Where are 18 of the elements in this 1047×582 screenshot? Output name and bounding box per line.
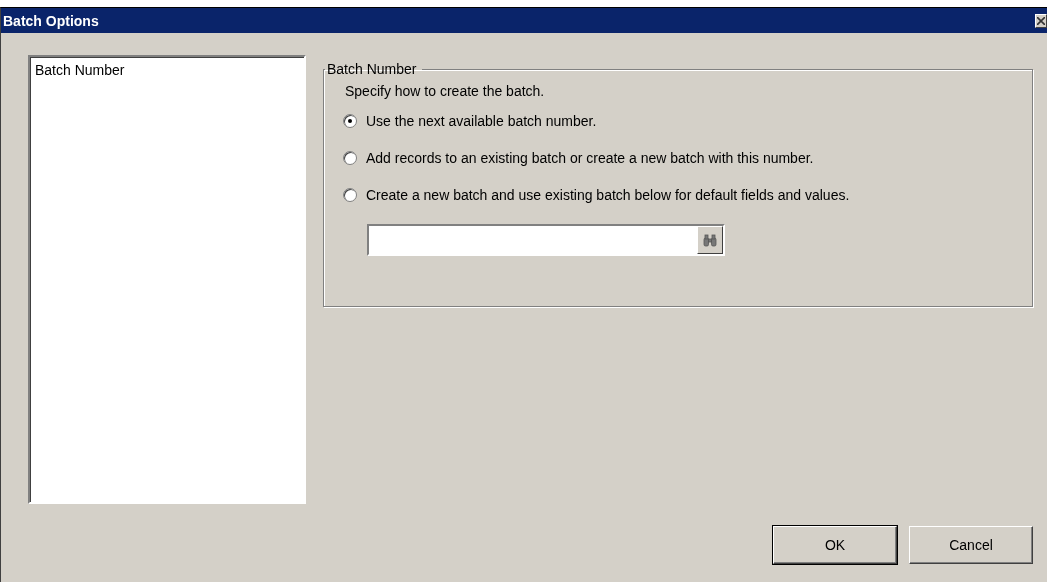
instruction-text: Specify how to create the batch. [345,83,546,99]
dialog-button[interactable]: OK [773,526,897,564]
radio-button[interactable] [343,188,357,202]
radio-label[interactable]: Add records to an existing batch or create a new batch with this number. [366,150,814,166]
lookup-button[interactable] [697,226,723,254]
close-button[interactable] [1035,13,1047,28]
dialog-button[interactable]: Cancel [909,526,1033,564]
list-item[interactable]: Batch Number [34,61,300,79]
window-title: Batch Options [2,12,99,29]
radio-button[interactable] [343,114,357,128]
radio-label[interactable]: Use the next available batch number. [366,113,597,129]
group-title: Batch Number [326,61,418,77]
options-list[interactable]: Batch Number [28,55,306,504]
close-icon [1037,16,1045,25]
binoculars-icon [703,233,717,247]
radio-button[interactable] [343,151,357,165]
radio-label[interactable]: Create a new batch and use existing batch below for default fields and values. [366,187,850,203]
lookup-field[interactable] [367,224,725,256]
